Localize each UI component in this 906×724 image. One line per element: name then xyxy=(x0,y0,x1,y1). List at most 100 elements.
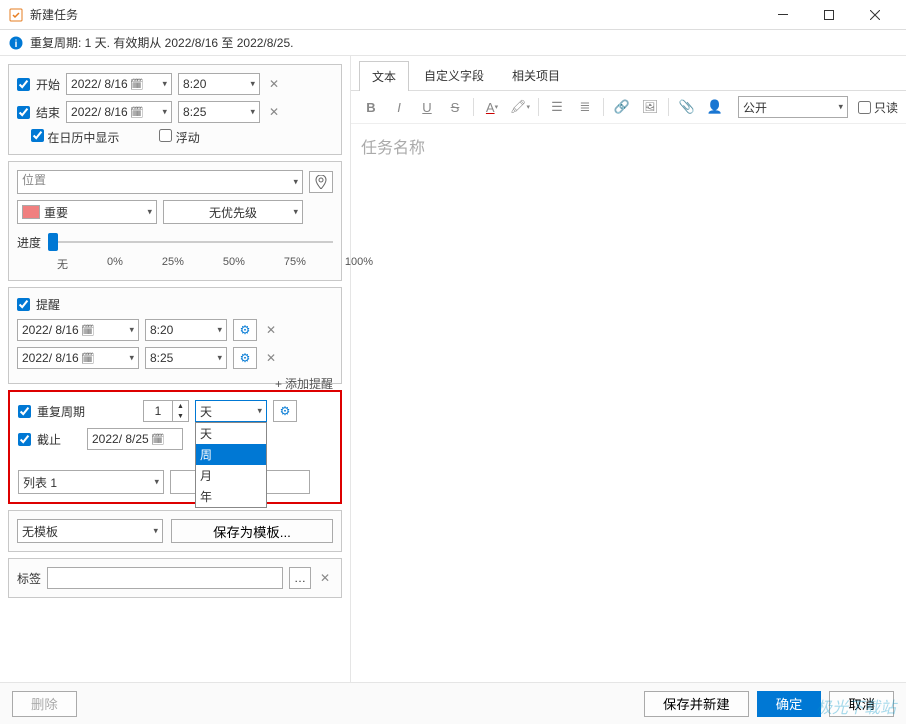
left-panel: 开始 2022/ 8/16🗓▾ 8:20▾ ✕ 结束 2022/ 8/16🗓▾ … xyxy=(0,56,350,682)
chevron-down-icon: ▾ xyxy=(153,526,158,537)
progress-tick: 无 xyxy=(57,256,68,272)
floating-checkbox[interactable] xyxy=(159,129,172,142)
spinner-down-button[interactable]: ▼ xyxy=(173,411,188,421)
maximize-button[interactable] xyxy=(806,0,852,30)
numbered-list-button[interactable]: ≣ xyxy=(573,95,597,119)
tab-custom-fields[interactable]: 自定义字段 xyxy=(411,60,497,90)
right-panel: 文本 自定义字段 相关项目 B I U S A▾ 🖍▾ ☰ ≣ 🔗 🖼 📎 👤 … xyxy=(350,56,906,682)
clear-start-button[interactable]: ✕ xyxy=(266,76,282,92)
reminder2-settings-button[interactable]: ⚙ xyxy=(233,347,257,369)
calendar-icon: 🗓 xyxy=(151,433,165,446)
strikethrough-button[interactable]: S xyxy=(443,95,467,119)
save-and-new-button[interactable]: 保存并新建 xyxy=(644,691,749,717)
highlight-icon: 🖍 xyxy=(510,99,527,115)
progress-tick: 100% xyxy=(345,256,373,272)
schedule-section: 开始 2022/ 8/16🗓▾ 8:20▾ ✕ 结束 2022/ 8/16🗓▾ … xyxy=(8,64,342,155)
plus-icon: + xyxy=(275,377,282,391)
progress-tick: 0% xyxy=(107,256,123,272)
cancel-button[interactable]: 取消 xyxy=(829,691,894,717)
recurrence-unit-select[interactable]: 天▾ 天 周 月 年 xyxy=(195,400,267,422)
reminder-checkbox[interactable] xyxy=(17,298,30,311)
image-button[interactable]: 🖼 xyxy=(638,95,662,119)
reminder2-clear-button[interactable]: ✕ xyxy=(263,350,279,366)
importance-color-swatch xyxy=(22,205,40,219)
location-input[interactable]: 位置▾ xyxy=(17,170,303,194)
footer: 删除 保存并新建 确定 取消 xyxy=(0,682,906,724)
until-checkbox[interactable] xyxy=(18,433,31,446)
show-calendar-checkbox[interactable] xyxy=(31,129,44,142)
tag-input[interactable] xyxy=(47,567,283,589)
chevron-down-icon: ▾ xyxy=(250,107,255,118)
progress-slider[interactable] xyxy=(53,230,333,254)
svg-text:i: i xyxy=(15,39,18,50)
contact-button[interactable]: 👤 xyxy=(703,95,727,119)
unit-option-day[interactable]: 天 xyxy=(196,423,266,444)
bullet-list-button[interactable]: ☰ xyxy=(545,95,569,119)
recurrence-settings-button[interactable]: ⚙ xyxy=(273,400,297,422)
location-section: 位置▾ 重要▾ 无优先级▾ 进度 xyxy=(8,161,342,281)
priority-select[interactable]: 无优先级▾ xyxy=(163,200,303,224)
reminder1-clear-button[interactable]: ✕ xyxy=(263,322,279,338)
unit-option-year[interactable]: 年 xyxy=(196,486,266,507)
underline-button[interactable]: U xyxy=(415,95,439,119)
start-date-input[interactable]: 2022/ 8/16🗓▾ xyxy=(66,73,172,95)
reminder2-time-input[interactable]: 8:25▾ xyxy=(145,347,227,369)
template-select[interactable]: 无模板▾ xyxy=(17,519,163,543)
highlight-button[interactable]: 🖍▾ xyxy=(508,95,532,119)
tag-more-button[interactable]: … xyxy=(289,567,311,589)
visibility-select[interactable]: 公开▾ xyxy=(738,96,848,118)
reminder-section: 提醒 2022/ 8/16🗓▾ 8:20▾ ⚙ ✕ 2022/ 8/16🗓▾ 8… xyxy=(8,287,342,384)
progress-tick: 25% xyxy=(162,256,184,272)
tag-clear-button[interactable]: ✕ xyxy=(317,570,333,586)
bold-button[interactable]: B xyxy=(359,95,383,119)
unit-option-week[interactable]: 周 xyxy=(196,444,266,465)
spinner-up-button[interactable]: ▲ xyxy=(173,401,188,411)
until-date-input[interactable]: 2022/ 8/25🗓 xyxy=(87,428,183,450)
chevron-down-icon: ▾ xyxy=(838,102,843,113)
info-bar: i 重复周期: 1 天. 有效期从 2022/8/16 至 2022/8/25. xyxy=(0,30,906,56)
ok-button[interactable]: 确定 xyxy=(757,691,822,717)
italic-button[interactable]: I xyxy=(387,95,411,119)
info-text: 重复周期: 1 天. 有效期从 2022/8/16 至 2022/8/25. xyxy=(30,34,293,51)
progress-tick: 50% xyxy=(223,256,245,272)
reminder1-settings-button[interactable]: ⚙ xyxy=(233,319,257,341)
numbered-list-icon: ≣ xyxy=(580,99,591,115)
font-color-button[interactable]: A▾ xyxy=(480,95,504,119)
bullet-list-icon: ☰ xyxy=(551,99,563,115)
readonly-checkbox[interactable] xyxy=(858,101,871,114)
attachment-button[interactable]: 📎 xyxy=(675,95,699,119)
clear-end-button[interactable]: ✕ xyxy=(266,104,282,120)
chevron-down-icon: ▾ xyxy=(147,207,152,218)
minimize-button[interactable] xyxy=(760,0,806,30)
link-button[interactable]: 🔗 xyxy=(610,95,634,119)
map-pin-button[interactable] xyxy=(309,171,333,193)
tab-related-items[interactable]: 相关项目 xyxy=(499,60,573,90)
close-button[interactable] xyxy=(852,0,898,30)
list-select[interactable]: 列表 1▾ xyxy=(18,470,164,494)
app-icon xyxy=(8,7,24,23)
delete-button[interactable]: 删除 xyxy=(12,691,77,717)
tab-text[interactable]: 文本 xyxy=(359,61,409,91)
end-time-input[interactable]: 8:25▾ xyxy=(178,101,260,123)
unit-option-month[interactable]: 月 xyxy=(196,465,266,486)
tag-label: 标签 xyxy=(17,570,41,587)
reminder2-date-input[interactable]: 2022/ 8/16🗓▾ xyxy=(17,347,139,369)
start-time-input[interactable]: 8:20▾ xyxy=(178,73,260,95)
end-checkbox[interactable] xyxy=(17,106,30,119)
save-template-button[interactable]: 保存为模板... xyxy=(171,519,333,543)
paperclip-icon: 📎 xyxy=(679,99,695,115)
start-checkbox[interactable] xyxy=(17,78,30,91)
recurrence-checkbox[interactable] xyxy=(18,405,31,418)
importance-select[interactable]: 重要▾ xyxy=(17,200,157,224)
recurrence-unit-dropdown: 天 周 月 年 xyxy=(195,422,267,508)
reminder1-time-input[interactable]: 8:20▾ xyxy=(145,319,227,341)
titlebar: 新建任务 xyxy=(0,0,906,30)
chevron-down-icon: ▾ xyxy=(250,79,255,90)
reminder-label: 提醒 xyxy=(36,296,60,313)
progress-tick: 75% xyxy=(284,256,306,272)
end-date-input[interactable]: 2022/ 8/16🗓▾ xyxy=(66,101,172,123)
reminder1-date-input[interactable]: 2022/ 8/16🗓▾ xyxy=(17,319,139,341)
template-section: 无模板▾ 保存为模板... xyxy=(8,510,342,552)
task-title-input[interactable]: 任务名称 xyxy=(351,124,906,168)
recurrence-count-spinner[interactable]: 1 ▲▼ xyxy=(143,400,189,422)
